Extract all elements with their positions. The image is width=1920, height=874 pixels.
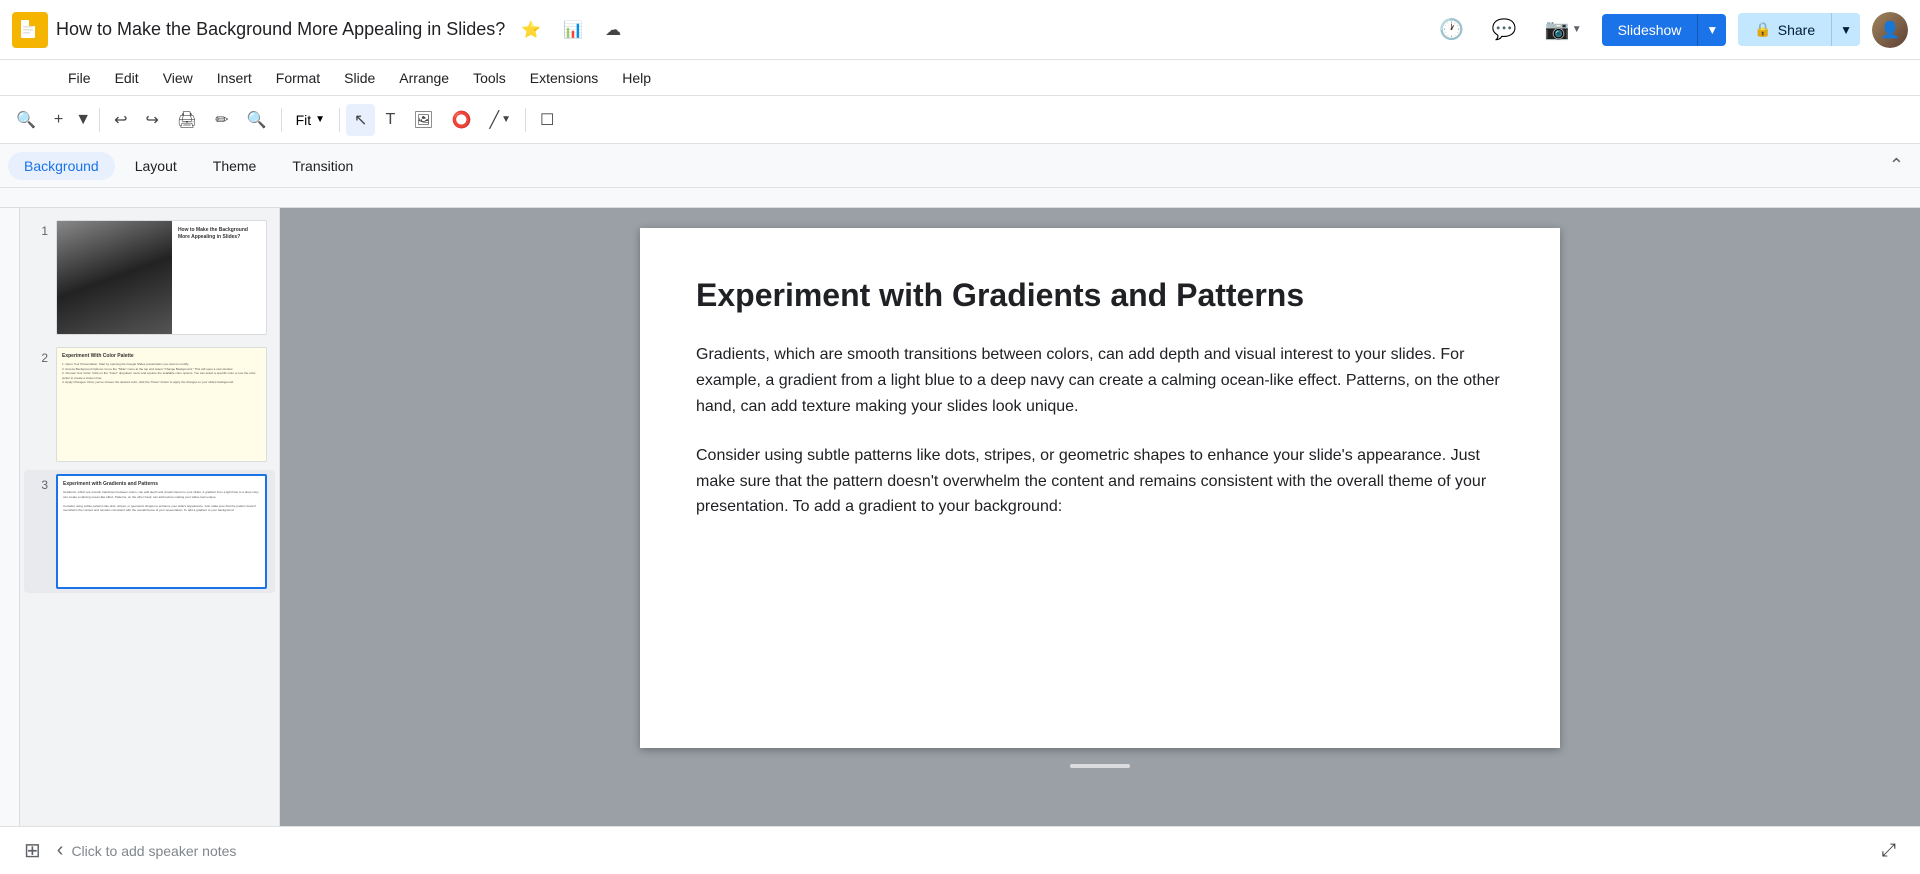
doc-title[interactable]: How to Make the Background More Appealin… [56, 19, 505, 40]
share-button[interactable]: 🔒 Share [1738, 13, 1831, 46]
transition-button[interactable]: Transition [276, 152, 369, 180]
slide-preview-1: How to Make the Background More Appealin… [56, 220, 267, 335]
slide-title[interactable]: Experiment with Gradients and Patterns [696, 276, 1504, 314]
header-right: 🕐 💬 📷 ▼ Slideshow ▼ 🔒 Share ▼ 👤 [1431, 11, 1908, 48]
main-area: 1 How to Make the Background More Appeal… [0, 208, 1920, 826]
menu-view[interactable]: View [151, 66, 205, 90]
comment-button[interactable]: 💬 [1484, 11, 1525, 48]
doc-title-area: How to Make the Background More Appealin… [56, 14, 1423, 46]
app-logo [12, 12, 48, 48]
add-dropdown-button[interactable]: ▼ [73, 105, 93, 135]
slide-number-2: 2 [32, 347, 48, 365]
share-btn-group: 🔒 Share ▼ [1738, 13, 1860, 46]
share-label: Share [1778, 22, 1815, 38]
menu-format[interactable]: Format [264, 66, 332, 90]
slide-toolbar: Background Layout Theme Transition ⌃ [0, 144, 1920, 188]
menu-insert[interactable]: Insert [205, 66, 264, 90]
zoom-dropdown-arrow: ▼ [315, 114, 325, 125]
menu-bar: File Edit View Insert Format Slide Arran… [0, 60, 1920, 96]
grid-view-button[interactable]: ⊞ [16, 834, 49, 867]
separator-2 [281, 108, 282, 132]
dog-silhouette [57, 221, 172, 334]
present-icon[interactable]: 📊 [555, 14, 591, 46]
fit-button[interactable]: ⤢ [1874, 834, 1904, 867]
slideshow-dropdown-button[interactable]: ▼ [1697, 14, 1726, 46]
text-box-button[interactable]: ☐ [532, 104, 562, 136]
theme-button[interactable]: Theme [197, 152, 273, 180]
paint-format-button[interactable]: ✏ [207, 104, 236, 136]
star-icon[interactable]: ⭐ [513, 14, 549, 46]
avatar-image: 👤 [1872, 12, 1908, 48]
present-camera-button[interactable]: 📷 ▼ [1537, 11, 1590, 48]
slide-paragraph-2[interactable]: Consider using subtle patterns like dots… [696, 443, 1504, 520]
separator-1 [99, 108, 100, 132]
vertical-ruler [0, 208, 20, 826]
slide2-preview-title: Experiment With Color Palette [62, 353, 261, 359]
horizontal-ruler [0, 188, 1920, 208]
slide1-image [57, 221, 172, 334]
select-tool-button[interactable]: ↖ [346, 104, 375, 136]
cloud-icon[interactable]: ☁ [597, 14, 629, 46]
add-button[interactable]: + [46, 105, 71, 135]
slide-canvas: Experiment with Gradients and Patterns G… [640, 228, 1560, 748]
redo-button[interactable]: ↪ [138, 104, 167, 136]
bottom-bar: ⊞ ‹ Click to add speaker notes ⤢ [0, 826, 1920, 874]
slide-number-3: 3 [32, 474, 48, 492]
slide-scroll-area[interactable]: Experiment with Gradients and Patterns G… [280, 208, 1920, 826]
share-dropdown-button[interactable]: ▼ [1831, 13, 1860, 46]
image-tool-button[interactable]: 🖼 [405, 104, 441, 136]
title-icons: ⭐ 📊 ☁ [513, 14, 629, 46]
background-button[interactable]: Background [8, 152, 115, 180]
menu-extensions[interactable]: Extensions [518, 66, 610, 90]
slide-paragraph-1[interactable]: Gradients, which are smooth transitions … [696, 342, 1504, 419]
menu-help[interactable]: Help [610, 66, 663, 90]
slideshow-btn-group: Slideshow ▼ [1602, 14, 1727, 46]
text-tool-button[interactable]: T [377, 105, 403, 135]
bottom-right-controls: ⤢ [1874, 834, 1904, 867]
collapse-panel-button[interactable]: ‹ [49, 835, 72, 866]
print-button[interactable]: 🖨 [169, 104, 205, 136]
zoom-dropdown[interactable]: Fit ▼ [288, 108, 333, 132]
search-button[interactable]: 🔍 [8, 104, 44, 136]
history-button[interactable]: 🕐 [1431, 11, 1472, 48]
slide-preview-2: Experiment With Color Palette 1. Open Yo… [56, 347, 267, 462]
undo-button[interactable]: ↩ [106, 104, 135, 136]
lock-icon: 🔒 [1754, 21, 1771, 38]
slide-body: Gradients, which are smooth transitions … [696, 342, 1504, 520]
separator-3 [339, 108, 340, 132]
shape-tool-button[interactable]: ⭕ [444, 104, 480, 136]
zoom-label: Fit [296, 112, 312, 128]
slide2-preview-body: 1. Open Your Presentation: Start by open… [62, 362, 261, 385]
menu-file[interactable]: File [56, 66, 103, 90]
menu-tools[interactable]: Tools [461, 66, 518, 90]
page-indicator [1070, 764, 1130, 768]
title-bar: How to Make the Background More Appealin… [0, 0, 1920, 60]
slide-preview-3: Experiment with Gradients and Patterns G… [56, 474, 267, 589]
layout-button[interactable]: Layout [119, 152, 193, 180]
slide1-preview-title: How to Make the Background More Appealin… [178, 227, 260, 241]
slide-number-1: 1 [32, 220, 48, 238]
camera-icon: 📷 [1545, 17, 1570, 42]
slideshow-button[interactable]: Slideshow [1602, 14, 1698, 46]
slide-thumbnail-3[interactable]: 3 Experiment with Gradients and Patterns… [24, 470, 275, 593]
toolbar: 🔍 + ▼ ↩ ↪ 🖨 ✏ 🔍 Fit ▼ ↖ T 🖼 ⭕ ╱ ▼ ☐ [0, 96, 1920, 144]
speaker-notes[interactable]: Click to add speaker notes [71, 843, 1873, 859]
line-tool-button[interactable]: ╱ ▼ [481, 104, 519, 136]
menu-slide[interactable]: Slide [332, 66, 387, 90]
collapse-toolbar-button[interactable]: ⌃ [1881, 151, 1912, 180]
separator-4 [525, 108, 526, 132]
dropdown-arrow: ▼ [1572, 24, 1582, 35]
avatar[interactable]: 👤 [1872, 12, 1908, 48]
menu-edit[interactable]: Edit [103, 66, 151, 90]
slides-panel: 1 How to Make the Background More Appeal… [20, 208, 280, 826]
slide3-preview-body: Gradients, which are smooth transitions … [63, 490, 260, 513]
slide3-preview-title: Experiment with Gradients and Patterns [63, 481, 260, 487]
menu-arrange[interactable]: Arrange [387, 66, 461, 90]
slide1-text: How to Make the Background More Appealin… [172, 221, 266, 334]
zoom-search-button[interactable]: 🔍 [239, 104, 275, 136]
slide-thumbnail-2[interactable]: 2 Experiment With Color Palette 1. Open … [24, 343, 275, 466]
slide-thumbnail-1[interactable]: 1 How to Make the Background More Appeal… [24, 216, 275, 339]
